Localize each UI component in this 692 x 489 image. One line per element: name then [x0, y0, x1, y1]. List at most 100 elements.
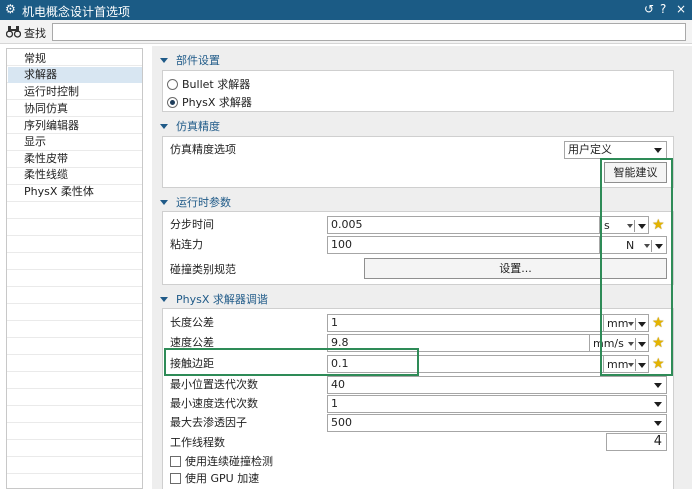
- section-component-settings[interactable]: 部件设置: [160, 52, 220, 68]
- sidebar-item-sequence-editor[interactable]: 序列编辑器: [8, 118, 142, 134]
- chevron-down-icon: [654, 148, 662, 153]
- bullet-solver-option[interactable]: Bullet 求解器: [167, 77, 250, 91]
- chevron-down-icon: [160, 57, 168, 63]
- min-velocity-iterations-select[interactable]: 1: [327, 395, 667, 413]
- section-title: 运行时参数: [176, 196, 231, 209]
- select-value: 1: [331, 397, 338, 410]
- separator: [635, 359, 636, 371]
- select-value: 40: [331, 378, 345, 391]
- smart-suggest-button[interactable]: 智能建议: [604, 162, 667, 183]
- chevron-down-icon: [654, 402, 662, 407]
- search-label: 查找: [24, 27, 46, 40]
- small-chevron-icon: [644, 244, 650, 248]
- separator: [635, 318, 636, 330]
- chevron-down-icon: [638, 322, 646, 327]
- separator: [635, 338, 636, 350]
- section-title: PhysX 求解器调谐: [176, 293, 268, 306]
- speed-tolerance-input[interactable]: 9.8: [327, 334, 590, 352]
- option-label: Bullet 求解器: [182, 78, 251, 91]
- contact-margin-unit-select[interactable]: mm: [604, 355, 649, 373]
- adhesion-input[interactable]: 100: [327, 236, 600, 254]
- max-depenetration-select[interactable]: 500: [327, 414, 667, 432]
- min-position-iterations-select[interactable]: 40: [327, 376, 667, 394]
- close-icon[interactable]: ×: [676, 2, 686, 16]
- small-chevron-icon: [628, 342, 634, 346]
- sidebar: 常规 求解器 运行时控制 协同仿真 序列编辑器 显示 柔性皮带 柔性线缆 Phy…: [6, 48, 143, 489]
- sidebar-item-physx-flexible-body[interactable]: PhysX 柔性体: [8, 184, 142, 200]
- collision-settings-button[interactable]: 设置...: [364, 258, 667, 279]
- help-icon[interactable]: ?: [660, 2, 666, 16]
- small-chevron-icon: [628, 363, 634, 367]
- radio-button[interactable]: [167, 78, 178, 90]
- sidebar-item-flexible-belt[interactable]: 柔性皮带: [8, 151, 142, 167]
- sidebar-item-runtime-control[interactable]: 运行时控制: [8, 84, 142, 100]
- physx-solver-option[interactable]: PhysX 求解器: [167, 95, 252, 109]
- chevron-down-icon: [638, 342, 646, 347]
- precision-option-label: 仿真精度选项: [170, 143, 236, 156]
- chevron-down-icon: [160, 199, 168, 205]
- contact-margin-label: 接触边距: [170, 357, 214, 370]
- checkbox[interactable]: [170, 472, 181, 484]
- separator: [651, 240, 652, 252]
- length-tolerance-label: 长度公差: [170, 316, 214, 329]
- sidebar-item-solver[interactable]: 求解器: [8, 67, 142, 83]
- unit-value: N: [626, 239, 635, 252]
- chevron-down-icon: [638, 363, 646, 368]
- star-icon[interactable]: ★: [652, 336, 666, 350]
- title-bar: ⚙ 机电概念设计首选项 ↺ ? ×: [0, 0, 692, 20]
- sidebar-item-cosimulation[interactable]: 协同仿真: [8, 101, 142, 117]
- section-simulation-precision[interactable]: 仿真精度: [160, 118, 220, 134]
- chevron-down-icon: [654, 421, 662, 426]
- binoculars-icon: [6, 26, 21, 38]
- step-time-label: 分步时间: [170, 218, 214, 231]
- min-velocity-iterations-label: 最小速度迭代次数: [170, 397, 258, 410]
- speed-tolerance-label: 速度公差: [170, 336, 214, 349]
- chevron-down-icon: [160, 123, 168, 129]
- star-icon[interactable]: ★: [652, 218, 666, 232]
- section-title: 部件设置: [176, 54, 220, 67]
- select-value: 用户定义: [568, 143, 612, 156]
- search-input[interactable]: [52, 23, 686, 41]
- sidebar-item-flexible-cable[interactable]: 柔性线缆: [8, 167, 142, 183]
- star-icon[interactable]: ★: [652, 357, 666, 371]
- chevron-down-icon: [638, 224, 646, 229]
- select-value: 500: [331, 416, 352, 429]
- section-runtime-parameters[interactable]: 运行时参数: [160, 194, 231, 210]
- checkbox-label: 使用连续碰撞检测: [185, 455, 273, 468]
- chevron-down-icon: [655, 244, 663, 249]
- adhesion-unit-select[interactable]: N: [600, 236, 667, 254]
- checkbox-label: 使用 GPU 加速: [185, 472, 260, 485]
- radio-button[interactable]: [167, 96, 178, 108]
- contact-margin-input[interactable]: 0.1: [327, 355, 604, 373]
- option-label: PhysX 求解器: [182, 96, 252, 109]
- speed-tolerance-unit-select[interactable]: mm/s: [590, 334, 649, 352]
- precision-option-select[interactable]: 用户定义: [564, 141, 667, 159]
- unit-value: mm/s: [593, 337, 624, 350]
- checkbox[interactable]: [170, 455, 181, 467]
- adhesion-label: 粘连力: [170, 238, 203, 251]
- search-row: 查找: [0, 20, 692, 44]
- gear-icon: ⚙: [5, 2, 16, 16]
- max-depenetration-label: 最大去渗透因子: [170, 416, 247, 429]
- window-title: 机电概念设计首选项: [22, 5, 131, 19]
- length-tolerance-unit-select[interactable]: mm: [604, 314, 649, 332]
- worker-threads-input[interactable]: 4: [606, 433, 667, 451]
- unit-value: s: [604, 219, 610, 232]
- unit-value: mm: [607, 358, 629, 371]
- min-position-iterations-label: 最小位置迭代次数: [170, 378, 258, 391]
- ccd-checkbox-row[interactable]: 使用连续碰撞检测: [170, 454, 273, 468]
- section-title: 仿真精度: [176, 120, 220, 133]
- step-time-input[interactable]: 0.005: [327, 216, 600, 234]
- reset-icon[interactable]: ↺: [644, 2, 654, 16]
- unit-value: mm: [607, 317, 629, 330]
- length-tolerance-input[interactable]: 1: [327, 314, 604, 332]
- worker-threads-label: 工作线程数: [170, 436, 225, 449]
- sidebar-item-general[interactable]: 常规: [8, 51, 142, 67]
- separator: [634, 220, 635, 232]
- step-time-unit-select[interactable]: s: [600, 216, 649, 234]
- gpu-checkbox-row[interactable]: 使用 GPU 加速: [170, 471, 259, 485]
- chevron-down-icon: [654, 383, 662, 388]
- section-physx-tuning[interactable]: PhysX 求解器调谐: [160, 291, 268, 307]
- star-icon[interactable]: ★: [652, 316, 666, 330]
- sidebar-item-display[interactable]: 显示: [8, 134, 142, 150]
